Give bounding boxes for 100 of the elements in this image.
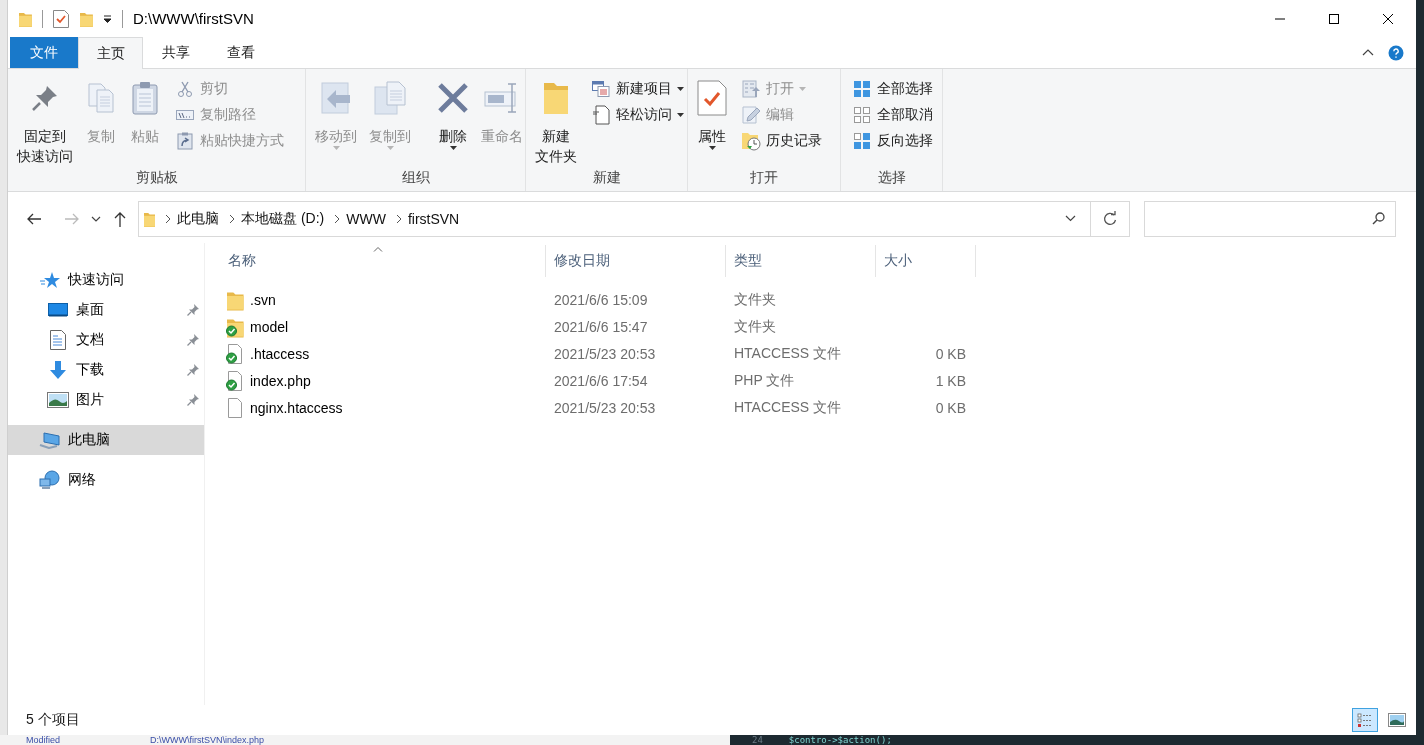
- scissors-icon: [177, 81, 193, 97]
- delete-icon: [437, 82, 469, 114]
- table-cell-text: PHP 文件: [733, 371, 796, 390]
- back-arrow-icon: [26, 212, 42, 225]
- code-line: $contro->$action();: [788, 735, 892, 745]
- select-all-icon: [853, 80, 871, 98]
- chevron-right-icon: [165, 213, 171, 224]
- view-button[interactable]: [1352, 708, 1378, 732]
- maximize-icon: [1329, 13, 1339, 24]
- caret-icon: [708, 146, 716, 150]
- forward-arrow-icon: [64, 212, 80, 225]
- nav-item[interactable]: 图片: [8, 385, 204, 415]
- search-field[interactable]: [1144, 200, 1396, 237]
- file-name: .htaccess: [250, 345, 310, 362]
- ribbon-button[interactable]: 历史记录: [738, 129, 825, 153]
- help-icon[interactable]: [1388, 44, 1404, 61]
- table-cell-text: 文件夹: [733, 290, 777, 309]
- caret-icon: [449, 146, 457, 150]
- clipboard-icon: [129, 81, 161, 115]
- caret-icon: [677, 113, 684, 117]
- dropdown-icon[interactable]: [103, 14, 112, 23]
- breadcrumb[interactable]: 此电脑: [171, 209, 225, 228]
- group-label: 组织: [400, 168, 431, 187]
- nav-item[interactable]: 桌面: [8, 295, 204, 325]
- table-cell-text: 2021/6/6 15:47: [553, 318, 649, 335]
- group-label: 剪贴板: [134, 168, 179, 187]
- column-header[interactable]: 类型: [726, 245, 876, 277]
- file-path: D:\WWW\firstSVN\index.php: [150, 735, 265, 745]
- invert-selection-icon: [853, 132, 871, 150]
- ribbon-tab[interactable]: 主页: [78, 37, 143, 69]
- breadcrumb[interactable]: 本地磁盘 (D:): [235, 209, 331, 228]
- caret-icon: [332, 146, 340, 150]
- dropdown-chevron-icon[interactable]: [1065, 215, 1076, 222]
- ribbon-button[interactable]: 全部取消: [849, 103, 936, 127]
- caret-icon: [799, 87, 806, 91]
- history-icon: [741, 131, 761, 151]
- nav-item[interactable]: 此电脑: [8, 425, 204, 455]
- document-icon: [592, 105, 610, 125]
- table-cell-text: 0 KB: [934, 345, 967, 362]
- sort-ascending-icon: [373, 246, 383, 252]
- table-cell-text: HTACCESS 文件: [733, 398, 843, 417]
- caret-icon: [677, 87, 684, 91]
- nav-item[interactable]: 快速访问: [8, 265, 204, 295]
- file-name: .svn: [250, 291, 276, 308]
- ribbon-button[interactable]: 轻松访问: [588, 103, 687, 127]
- table-cell-text: HTACCESS 文件: [733, 344, 843, 363]
- table-cell-text: 2021/6/6 15:09: [553, 291, 649, 308]
- line-number: 24: [752, 735, 763, 745]
- address-field[interactable]: 此电脑 本地磁盘 (D:) WWW firstSVN: [138, 200, 1130, 237]
- collapse-icon[interactable]: [1362, 49, 1374, 56]
- chevron-right-icon: [334, 213, 341, 224]
- computer-icon: [39, 431, 61, 449]
- copy-path-icon: [176, 109, 194, 121]
- properties-icon[interactable]: [53, 9, 69, 28]
- new-item-icon: [592, 81, 610, 97]
- column-header[interactable]: 大小: [876, 245, 976, 277]
- window-title: D:\WWW\firstSVN: [133, 10, 254, 27]
- table-cell-text: 2021/5/23 20:53: [553, 399, 657, 416]
- ribbon-button[interactable]: 删除: [432, 75, 474, 150]
- copy-to-icon: [373, 81, 407, 115]
- star-icon: [40, 271, 60, 289]
- details-view-icon: [1357, 712, 1373, 728]
- column-header[interactable]: 名称: [218, 245, 546, 277]
- nav-item[interactable]: 下载: [8, 355, 204, 385]
- file-menu-button[interactable]: 文件: [10, 37, 78, 68]
- folder-icon: [143, 210, 155, 227]
- download-icon: [49, 360, 67, 380]
- pin-icon: [187, 304, 199, 316]
- caret-icon: [386, 146, 394, 150]
- table-cell-text: 2021/6/6 17:54: [553, 372, 649, 389]
- breadcrumb[interactable]: WWW: [340, 210, 392, 227]
- ribbon-button[interactable]: 全部选择: [849, 77, 936, 101]
- ribbon-button[interactable]: 反向选择: [849, 129, 936, 153]
- chevron-right-icon: [395, 213, 402, 224]
- nav-item[interactable]: 文档: [8, 325, 204, 355]
- table-cell-text: 1 KB: [934, 372, 967, 389]
- ribbon-button[interactable]: 新建 文件夹: [530, 75, 582, 166]
- nav-item[interactable]: 网络: [8, 465, 204, 495]
- pin-icon: [187, 364, 199, 376]
- ribbon-button[interactable]: 属性: [692, 75, 732, 150]
- refresh-icon: [1103, 210, 1117, 227]
- properties-icon: [697, 80, 727, 116]
- move-to-icon: [320, 81, 352, 115]
- search-icon: [1372, 212, 1385, 225]
- item-count: 5 个项目: [26, 711, 80, 729]
- ribbon-button[interactable]: 固定到 快速访问: [12, 75, 78, 166]
- chevron-right-icon: [229, 213, 235, 224]
- ribbon-button[interactable]: 新建项目: [588, 77, 687, 101]
- document-icon: [50, 330, 66, 350]
- group-label: 选择: [876, 168, 907, 187]
- breadcrumb[interactable]: firstSVN: [401, 210, 466, 227]
- network-icon: [39, 470, 61, 490]
- column-header[interactable]: 修改日期: [546, 245, 726, 277]
- file-name: model: [250, 318, 289, 335]
- close-icon: [1383, 13, 1393, 24]
- pin-icon: [187, 394, 199, 406]
- copy-icon: [85, 82, 117, 114]
- table-cell-text: 0 KB: [934, 399, 967, 416]
- column-label: Modified: [26, 735, 61, 745]
- table-cell-text: 2021/5/23 20:53: [553, 345, 657, 362]
